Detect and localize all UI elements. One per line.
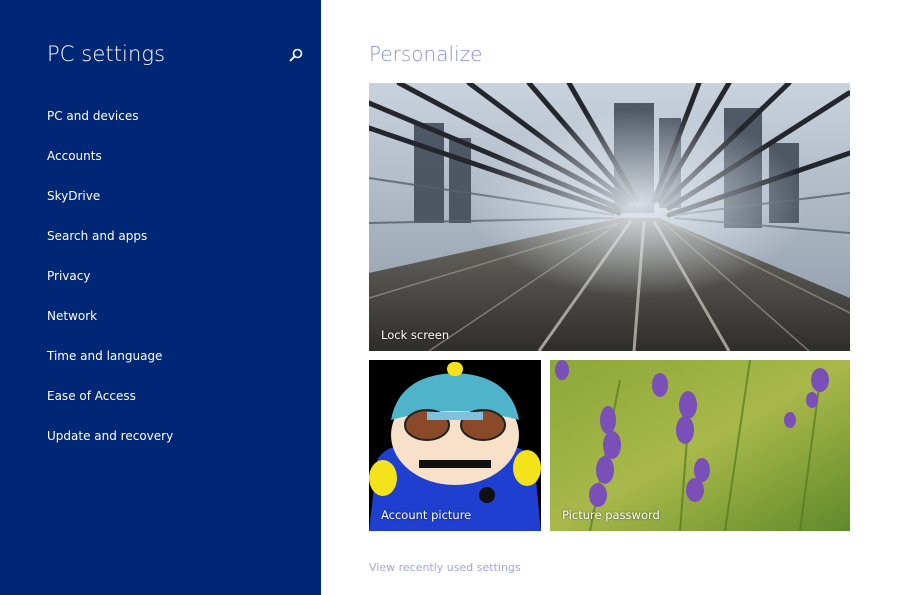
sidebar-item-label: SkyDrive bbox=[47, 189, 101, 203]
account-picture-image bbox=[369, 360, 541, 531]
sidebar-item-ease-of-access[interactable]: Ease of Access bbox=[47, 387, 173, 427]
picture-password-tile[interactable]: Picture password bbox=[550, 360, 850, 531]
sidebar-item-label: Privacy bbox=[47, 269, 91, 283]
sidebar-item-label: PC and devices bbox=[47, 109, 139, 123]
lock-screen-image bbox=[369, 83, 850, 351]
sidebar: PC settings PC and devices Accounts SkyD… bbox=[0, 0, 321, 595]
sidebar-item-label: Time and language bbox=[47, 349, 163, 363]
sidebar-item-privacy[interactable]: Privacy bbox=[47, 267, 173, 307]
sidebar-item-update-and-recovery[interactable]: Update and recovery bbox=[47, 427, 173, 467]
sidebar-item-time-and-language[interactable]: Time and language bbox=[47, 347, 173, 387]
account-picture-label: Account picture bbox=[381, 508, 472, 522]
sidebar-item-label: Ease of Access bbox=[47, 389, 136, 403]
sidebar-item-label: Network bbox=[47, 309, 98, 323]
sidebar-item-label: Accounts bbox=[47, 149, 102, 163]
sidebar-item-label: Search and apps bbox=[47, 229, 148, 243]
search-icon[interactable] bbox=[287, 47, 305, 65]
sidebar-item-search-and-apps[interactable]: Search and apps bbox=[47, 227, 173, 267]
page-title: Personalize bbox=[369, 42, 483, 66]
lock-screen-label: Lock screen bbox=[381, 328, 450, 342]
view-recent-settings-link[interactable]: View recently used settings bbox=[369, 561, 521, 574]
sidebar-title: PC settings bbox=[47, 42, 166, 66]
lock-screen-tile[interactable]: Lock screen bbox=[369, 83, 850, 351]
sidebar-item-network[interactable]: Network bbox=[47, 307, 173, 347]
picture-password-label: Picture password bbox=[562, 508, 660, 522]
sidebar-item-label: Update and recovery bbox=[47, 429, 174, 443]
account-picture-tile[interactable]: Account picture bbox=[369, 360, 541, 531]
sidebar-item-skydrive[interactable]: SkyDrive bbox=[47, 187, 173, 227]
sidebar-item-accounts[interactable]: Accounts bbox=[47, 147, 173, 187]
sidebar-item-pc-and-devices[interactable]: PC and devices bbox=[47, 107, 173, 147]
sidebar-nav: PC and devices Accounts SkyDrive Search … bbox=[47, 107, 173, 467]
picture-password-image bbox=[550, 360, 850, 531]
